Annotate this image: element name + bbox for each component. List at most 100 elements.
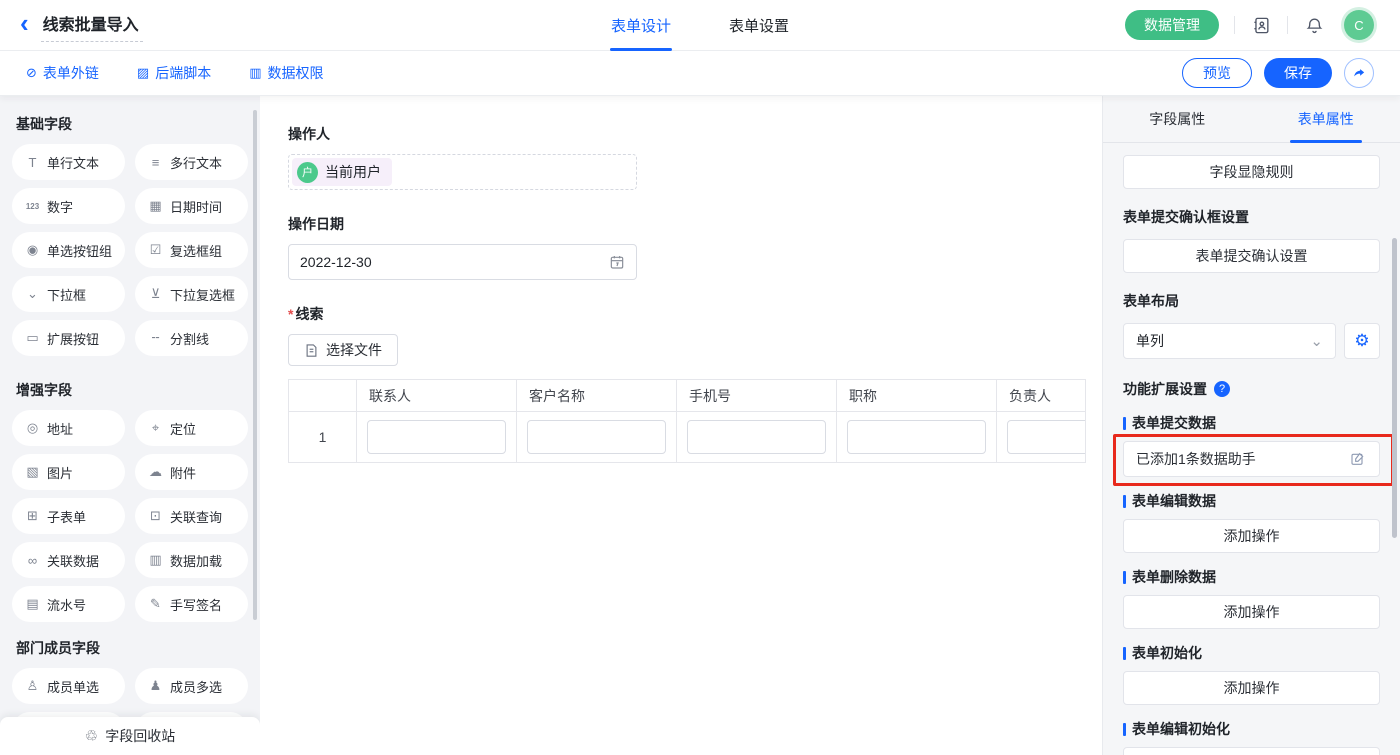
field-visibility-rules-button[interactable]: 字段显隐规则 (1123, 155, 1380, 189)
contact-input[interactable] (367, 420, 506, 454)
user-tag-icon: 户 (297, 162, 318, 183)
checkbox-icon: ☑ (148, 242, 163, 258)
topbar-right: 数据管理 C (1125, 10, 1400, 40)
date-input[interactable]: 2022-12-30 (288, 244, 637, 280)
file-icon (304, 343, 319, 358)
script-icon: ▨ (137, 65, 149, 81)
tab-form-design[interactable]: 表单设计 (611, 0, 671, 51)
operator-value-box[interactable]: 户 当前用户 (288, 154, 637, 190)
col-header-mobile: 手机号 (677, 380, 837, 412)
field-pill-address[interactable]: ◎地址 (12, 410, 125, 446)
field-operator[interactable]: 操作人 户 当前用户 (288, 124, 1102, 190)
single-text-icon: T (25, 155, 40, 170)
field-pill-datetime[interactable]: ▦日期时间 (135, 188, 248, 224)
section-title-member-fields: 部门成员字段 (16, 638, 248, 656)
permission-icon: ▥ (249, 65, 261, 81)
title-input[interactable] (847, 420, 986, 454)
data-manage-button[interactable]: 数据管理 (1125, 10, 1219, 40)
blue-bar (1123, 495, 1126, 508)
pill-label: 图片 (47, 463, 73, 482)
field-pill-dropdown-multi[interactable]: ⊻下拉复选框 (135, 276, 248, 312)
field-pill-member-single[interactable]: ♙成员单选 (12, 668, 125, 704)
serial-icon: ▤ (25, 596, 40, 612)
user-avatar[interactable]: C (1344, 10, 1374, 40)
notification-bell-icon[interactable] (1303, 14, 1325, 36)
select-file-button[interactable]: 选择文件 (288, 334, 398, 366)
recycle-label: 字段回收站 (105, 726, 175, 746)
add-operation-button[interactable]: 添加操作 (1123, 747, 1380, 755)
field-pill-serial-number[interactable]: ▤ 流水号 (12, 586, 125, 622)
field-pill-multi-text[interactable]: ≡多行文本 (135, 144, 248, 180)
field-pill-subform[interactable]: ⊞子表单 (12, 498, 125, 534)
add-operation-button[interactable]: 添加操作 (1123, 519, 1380, 553)
customer-input[interactable] (527, 420, 666, 454)
field-leads[interactable]: * 线索 选择文件 联系人 客户名称 手机号 职称 (288, 304, 1102, 463)
field-pill-data-load[interactable]: ▥数据加载 (135, 542, 248, 578)
owner-input[interactable] (1007, 420, 1086, 454)
field-pill-image[interactable]: ▧图片 (12, 454, 125, 490)
current-user-tag[interactable]: 户 当前用户 (292, 158, 392, 186)
dropdown-icon: ⌄ (25, 286, 40, 302)
layout-settings-button[interactable]: ⚙ (1344, 323, 1380, 359)
submit-confirm-settings-button[interactable]: 表单提交确认设置 (1123, 239, 1380, 273)
layout-select[interactable]: 单列 ⌄ (1123, 323, 1336, 359)
tab-field-properties[interactable]: 字段属性 (1103, 96, 1252, 142)
pill-label: 扩展按钮 (47, 329, 99, 348)
col-header-owner: 负责人 (997, 380, 1086, 412)
basic-fields-grid: T单行文本 ≡多行文本 123数字 ▦日期时间 ◉单选按钮组 ☑复选框组 ⌄下拉… (12, 144, 248, 356)
sub-title: 表单编辑初始化 (1132, 719, 1230, 739)
block-form-init: 表单初始化 添加操作 (1123, 643, 1380, 705)
field-label: 操作人 (288, 124, 1102, 144)
field-pill-radio-group[interactable]: ◉单选按钮组 (12, 232, 125, 268)
field-pill-member-multi[interactable]: ♟成员多选 (135, 668, 248, 704)
blue-bar (1123, 647, 1126, 660)
edit-icon[interactable] (1349, 450, 1367, 468)
pill-label: 附件 (170, 463, 196, 482)
field-pill-single-text[interactable]: T单行文本 (12, 144, 125, 180)
field-pill-dropdown[interactable]: ⌄下拉框 (12, 276, 125, 312)
preview-button[interactable]: 预览 (1182, 58, 1252, 88)
save-button[interactable]: 保存 (1264, 58, 1332, 88)
form-external-link[interactable]: ⊘ 表单外链 (26, 63, 99, 83)
data-load-icon: ▥ (148, 552, 163, 568)
contact-book-icon[interactable] (1250, 14, 1272, 36)
divider-icon: ╌ (148, 330, 163, 346)
back-icon[interactable]: ‹ (20, 10, 29, 36)
tab-form-settings[interactable]: 表单设置 (729, 0, 789, 51)
backend-script-link[interactable]: ▨ 后端脚本 (137, 63, 211, 83)
field-recycle-bin[interactable]: ♲ 字段回收站 (0, 717, 260, 755)
field-pill-signature[interactable]: ✎手写签名 (135, 586, 248, 622)
field-pill-number[interactable]: 123数字 (12, 188, 125, 224)
link-label: 数据权限 (268, 63, 324, 83)
page-title[interactable]: 线索批量导入 (41, 9, 143, 42)
share-button[interactable] (1344, 58, 1374, 88)
field-operation-date[interactable]: 操作日期 2022-12-30 (288, 214, 1102, 280)
member-single-icon: ♙ (25, 678, 40, 694)
field-pill-extend-button[interactable]: ▭ 扩展按钮 (12, 320, 125, 356)
mobile-input[interactable] (687, 420, 826, 454)
field-pill-attachment[interactable]: ☁附件 (135, 454, 248, 490)
field-pill-divider-line[interactable]: ╌分割线 (135, 320, 248, 356)
field-pill-related-data[interactable]: ∞关联数据 (12, 542, 125, 578)
table-row: 1 (289, 412, 1086, 462)
divider (1287, 16, 1288, 34)
field-pill-related-query[interactable]: ⊡关联查询 (135, 498, 248, 534)
tab-form-properties[interactable]: 表单属性 (1252, 96, 1400, 142)
data-permission-link[interactable]: ▥ 数据权限 (249, 63, 323, 83)
gear-icon: ⚙ (1354, 331, 1369, 351)
submit-confirm-title: 表单提交确认框设置 (1123, 207, 1380, 227)
button-icon: ▭ (25, 330, 40, 346)
panel-scrollbar[interactable] (1392, 238, 1397, 538)
recycle-icon: ♲ (85, 727, 98, 745)
radio-icon: ◉ (25, 242, 40, 258)
field-pill-location[interactable]: ⌖定位 (135, 410, 248, 446)
field-pill-checkbox-group[interactable]: ☑复选框组 (135, 232, 248, 268)
sidebar-scrollbar[interactable] (253, 110, 257, 620)
pill-label: 流水号 (47, 595, 86, 614)
share-arrow-icon (1352, 66, 1367, 81)
help-icon[interactable]: ? (1214, 381, 1230, 397)
data-assistant-added-box[interactable]: 已添加1条数据助手 (1123, 441, 1380, 477)
add-operation-button[interactable]: 添加操作 (1123, 671, 1380, 705)
pill-label: 关联数据 (47, 551, 99, 570)
add-operation-button[interactable]: 添加操作 (1123, 595, 1380, 629)
